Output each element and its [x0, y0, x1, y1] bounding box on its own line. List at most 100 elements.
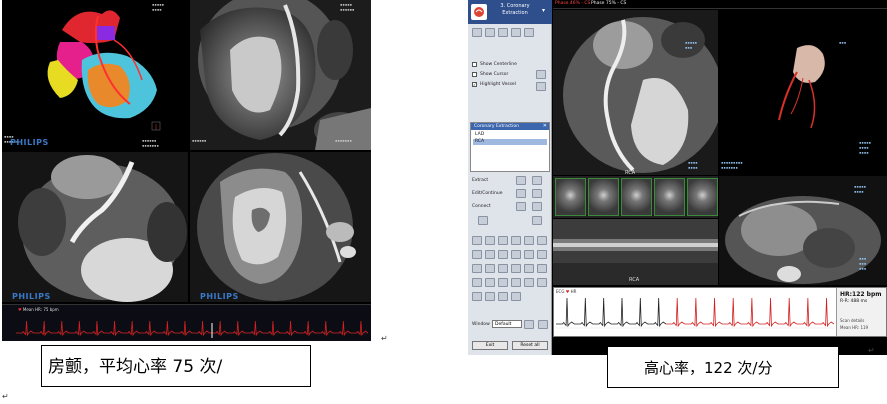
- ecg-strip-right[interactable]: ECG ♥ HR HR:122 bpm R-R: 488 ms Scan det…: [553, 287, 887, 337]
- show-cursor-checkbox[interactable]: [472, 72, 477, 77]
- viewport-tr-info: ▪▪▪▪▪ ▪▪▪▪▪▪: [340, 2, 355, 12]
- ct-image-cpr: [553, 10, 718, 175]
- ct-image-top-right: [190, 0, 371, 150]
- view-tool-icon[interactable]: [524, 236, 534, 245]
- eye-icon-2[interactable]: [485, 28, 495, 37]
- view-tool-icon[interactable]: [485, 250, 495, 259]
- view-tool-icon[interactable]: [472, 264, 482, 273]
- heart-icon: ♥: [18, 307, 22, 312]
- view-tool-icon[interactable]: [498, 278, 508, 287]
- show-centerline-checkbox[interactable]: [472, 62, 477, 67]
- view-tool-icon[interactable]: [524, 250, 534, 259]
- chevron-down-icon[interactable]: ▾: [542, 7, 545, 14]
- view-tool-icon[interactable]: [524, 278, 534, 287]
- view-tool-icon[interactable]: [511, 292, 521, 301]
- vessel-3d-meta-left: ▪▪▪▪▪▪▪▪▪ ▪▪▪▪▪▪▪: [721, 160, 743, 170]
- philips-logo-bottom-left: PHILIPS: [12, 292, 51, 301]
- vessel-3d-info: ▪▪▪: [839, 40, 847, 45]
- connect-label: Connect: [472, 204, 491, 209]
- edit-tool-icon[interactable]: [516, 189, 526, 198]
- view-tool-icon[interactable]: [472, 278, 482, 287]
- eye-icon-5[interactable]: [524, 28, 534, 37]
- list-item-lad[interactable]: LAD: [473, 132, 547, 138]
- cross-section-thumbnail[interactable]: [654, 178, 685, 216]
- pin-tool-icon[interactable]: [478, 216, 488, 225]
- viewport-tr-meta: ▪▪▪▪▪▪: [192, 138, 207, 143]
- view-tool-icon[interactable]: [511, 278, 521, 287]
- rr-interval-value: R-R: 488 ms: [840, 299, 868, 304]
- view-tool-icon[interactable]: [485, 264, 495, 273]
- vessel-3d-meta-right: ▪▪▪▪▪ ▪▪▪▪ ▪▪▪▪: [859, 140, 872, 155]
- heart-rate-value: HR:122 bpm: [840, 291, 882, 298]
- exit-button[interactable]: Exit: [472, 341, 508, 350]
- scan-details-link[interactable]: Scan details: [840, 318, 864, 323]
- highlight-vessel-checkbox[interactable]: ✓: [472, 82, 477, 87]
- ecg-left-label: ♥ Mean HR: 75 bpm: [18, 307, 59, 312]
- eye-icon-3[interactable]: [498, 28, 508, 37]
- show-cursor-label: Show Cursor: [480, 72, 509, 77]
- view-tool-icon[interactable]: [485, 292, 495, 301]
- view-tool-icon[interactable]: [537, 278, 547, 287]
- heart-rate-panel: HR:122 bpm R-R: 488 ms Scan details Mean…: [836, 288, 886, 336]
- tab-phase-75[interactable]: Phase 75% - CS: [591, 1, 626, 6]
- view-tool-icon[interactable]: [498, 264, 508, 273]
- view-tool-icon[interactable]: [498, 236, 508, 245]
- window-settings-icon[interactable]: [538, 320, 548, 329]
- viewport-cpr-main[interactable]: ▪▪▪▪▪ ▪▪▪ RCA ▪▪▪▪ ▪▪▪▪: [553, 10, 718, 175]
- ecg-strip-left[interactable]: ♥ Mean HR: 75 bpm: [2, 304, 371, 341]
- brush-tool-icon[interactable]: [532, 216, 542, 225]
- view-tool-icon[interactable]: [485, 278, 495, 287]
- view-tool-icon[interactable]: [498, 250, 508, 259]
- view-tool-icon[interactable]: [524, 264, 534, 273]
- view-tool-icon[interactable]: [485, 236, 495, 245]
- viewport-3d-info: ▪▪▪▪▪ ▪▪▪▪: [152, 2, 165, 12]
- view-tool-icon[interactable]: [472, 250, 482, 259]
- list-title: Coronary Extraction: [471, 123, 549, 130]
- view-tool-icon[interactable]: [537, 250, 547, 259]
- connect-tool-icon-2[interactable]: [532, 202, 542, 211]
- cpr-meta: ▪▪▪▪ ▪▪▪▪: [688, 160, 698, 170]
- viewport-cross-sections[interactable]: [553, 176, 718, 218]
- eye-icon-1[interactable]: [472, 28, 482, 37]
- viewport-ct-bottom-right[interactable]: PHILIPS: [190, 152, 371, 302]
- cross-section-thumbnail[interactable]: [555, 178, 586, 216]
- edit-tool-icon-2[interactable]: [532, 189, 542, 198]
- view-tool-icon[interactable]: [537, 264, 547, 273]
- paragraph-mark-bottom: ↵: [2, 392, 9, 401]
- cross-section-thumbnail[interactable]: [588, 178, 619, 216]
- view-tool-icon[interactable]: [511, 250, 521, 259]
- extract-tool-icon[interactable]: [516, 176, 526, 185]
- left-cardiac-ct-screenshot: ▪▪▪▪▪ ▪▪▪▪ ▪▪▪▪ ▪▪▪▪▪▪ PHILIPS ▪▪▪▪▪▪ ▪▪▪▪▪…: [2, 0, 371, 341]
- extract-tool-icon-2[interactable]: [532, 176, 542, 185]
- window-preset-icon[interactable]: [524, 320, 534, 329]
- connect-tool-icon[interactable]: [516, 202, 526, 211]
- close-icon[interactable]: ✕: [543, 123, 547, 129]
- viewport-straightened[interactable]: RCA: [553, 219, 718, 285]
- tab-phase-46[interactable]: Phase 46% - CS: [555, 1, 590, 6]
- viewport-3d-heart[interactable]: ▪▪▪▪▪ ▪▪▪▪ ▪▪▪▪ ▪▪▪▪▪▪ PHILIPS ▪▪▪▪▪▪ ▪▪▪▪▪…: [2, 0, 188, 150]
- view-tool-icon[interactable]: [472, 236, 482, 245]
- window-select[interactable]: Default: [492, 320, 522, 328]
- viewport-3d-vessel[interactable]: ▪▪▪ ▪▪▪▪▪▪▪▪▪ ▪▪▪▪▪▪▪ ▪▪▪▪▪ ▪▪▪▪ ▪▪▪▪: [719, 10, 887, 175]
- list-item-rca[interactable]: RCA: [473, 139, 547, 145]
- view-tool-icon[interactable]: [537, 236, 547, 245]
- cross-section-thumbnail[interactable]: [621, 178, 652, 216]
- view-tool-icon[interactable]: [498, 292, 508, 301]
- viewport-ct-bottom-left[interactable]: PHILIPS: [2, 152, 188, 302]
- edit-continue-label: Edit/Continue: [472, 191, 503, 196]
- view-tool-icon[interactable]: [511, 236, 521, 245]
- axial-meta: ▪▪▪ ▪▪▪ ▪▪▪: [859, 256, 867, 271]
- view-tool-icon[interactable]: [511, 264, 521, 273]
- paragraph-mark-right: ↵: [868, 346, 875, 355]
- eye-icon-4[interactable]: [511, 28, 521, 37]
- view-tool-icon[interactable]: [472, 292, 482, 301]
- cross-section-thumbnail[interactable]: [687, 178, 718, 216]
- reset-all-button[interactable]: Reset all: [512, 341, 548, 350]
- viewport-axial[interactable]: ▪▪▪▪▪ ▪▪▪▪ ▪▪▪ ▪▪▪ ▪▪▪: [719, 176, 887, 285]
- cursor-tool-icon[interactable]: [536, 70, 546, 79]
- toolbar-title: 3. Coronary Extraction: [500, 3, 530, 16]
- viewport-ct-top-right[interactable]: ▪▪▪▪▪ ▪▪▪▪▪▪ ▪▪▪▪▪▪ ▪▪▪▪▪▪▪: [190, 0, 371, 150]
- extract-label: Extract: [472, 178, 489, 183]
- highlight-tool-icon[interactable]: [536, 82, 546, 91]
- coronary-app-icon[interactable]: [471, 4, 487, 20]
